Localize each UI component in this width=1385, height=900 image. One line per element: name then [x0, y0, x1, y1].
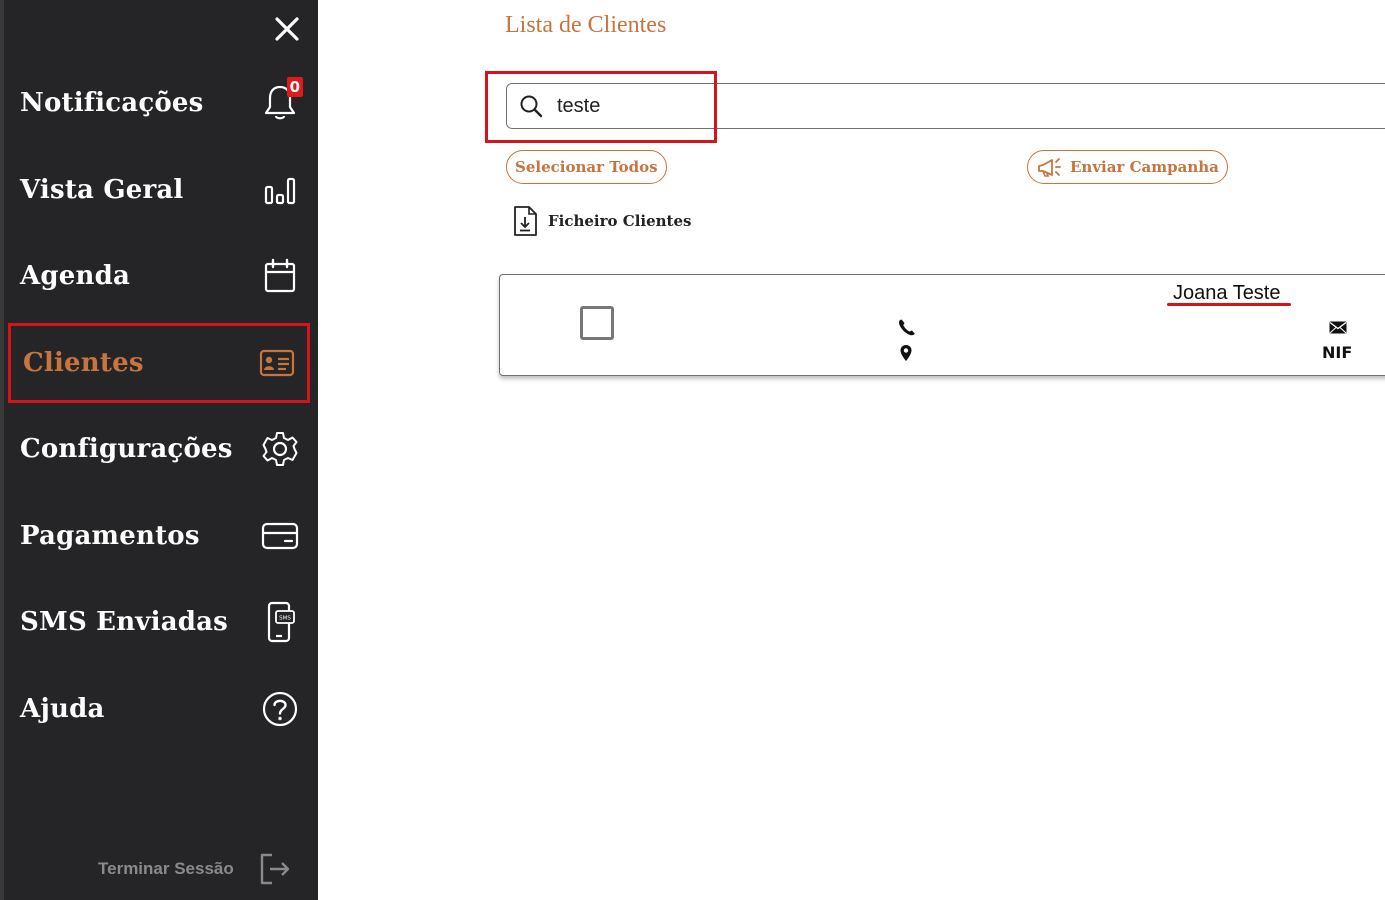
sidebar-item-label: SMS Enviadas	[20, 607, 229, 637]
credit-card-icon	[260, 516, 300, 556]
search-input[interactable]	[555, 93, 1159, 119]
sidebar-item-payments[interactable]: Pagamentos	[8, 498, 310, 574]
bell-icon: 0	[260, 77, 303, 123]
phone-icon[interactable]	[897, 318, 917, 336]
svg-text:SMS: SMS	[279, 616, 291, 622]
client-card[interactable]: Joana Teste NIF	[499, 274, 1385, 376]
client-file-label: Ficheiro Clientes	[548, 212, 692, 230]
download-file-icon	[514, 206, 537, 236]
sidebar-item-notifications[interactable]: Notificações 0	[8, 65, 310, 141]
sidebar-item-label: Vista Geral	[20, 175, 184, 205]
gear-icon	[260, 429, 300, 469]
sidebar: Notificações 0 Vista Geral Agenda Client…	[0, 0, 318, 900]
sidebar-item-clients[interactable]: Clientes	[8, 323, 310, 403]
sidebar-item-label: Agenda	[20, 261, 131, 291]
sidebar-edge	[0, 0, 4, 900]
logout-icon	[260, 853, 289, 885]
sidebar-item-overview[interactable]: Vista Geral	[8, 152, 310, 228]
close-menu-button[interactable]	[268, 12, 306, 46]
help-circle-icon	[260, 689, 300, 729]
select-all-label: Selecionar Todos	[515, 158, 658, 176]
sidebar-item-settings[interactable]: Configurações	[8, 411, 310, 487]
close-icon	[275, 17, 299, 41]
sidebar-item-label: Configurações	[20, 434, 233, 464]
sms-phone-icon: SMS	[260, 601, 300, 643]
megaphone-icon	[1036, 156, 1062, 178]
page-title: Lista de Clientes	[505, 12, 667, 38]
send-campaign-label: Enviar Campanha	[1070, 158, 1219, 176]
select-all-button[interactable]: Selecionar Todos	[506, 150, 667, 184]
sidebar-item-agenda[interactable]: Agenda	[8, 238, 310, 314]
client-name-underline	[1167, 303, 1291, 306]
logout-button[interactable]: Terminar Sessão	[98, 852, 292, 886]
id-card-icon	[257, 343, 297, 383]
sidebar-item-sms-sent[interactable]: SMS Enviadas SMS	[8, 584, 310, 660]
search-icon	[519, 94, 543, 118]
send-campaign-button[interactable]: Enviar Campanha	[1027, 150, 1228, 184]
client-file-download-button[interactable]: Ficheiro Clientes	[512, 205, 691, 237]
calendar-icon	[260, 256, 300, 296]
nif-label: NIF	[1322, 343, 1353, 362]
sidebar-item-label: Notificações	[20, 88, 204, 118]
logout-label: Terminar Sessão	[98, 859, 234, 878]
client-select-checkbox[interactable]	[580, 306, 614, 340]
notification-count-badge: 0	[286, 77, 303, 97]
sidebar-item-label: Pagamentos	[20, 521, 200, 551]
bar-chart-icon	[260, 170, 300, 210]
sidebar-item-label: Clientes	[23, 348, 144, 378]
client-name[interactable]: Joana Teste	[1173, 282, 1281, 305]
location-pin-icon[interactable]	[899, 344, 913, 362]
sidebar-item-help[interactable]: Ajuda	[8, 671, 310, 747]
mail-icon[interactable]	[1329, 321, 1347, 334]
sidebar-item-label: Ajuda	[20, 694, 105, 724]
search-bar[interactable]	[506, 83, 1385, 129]
